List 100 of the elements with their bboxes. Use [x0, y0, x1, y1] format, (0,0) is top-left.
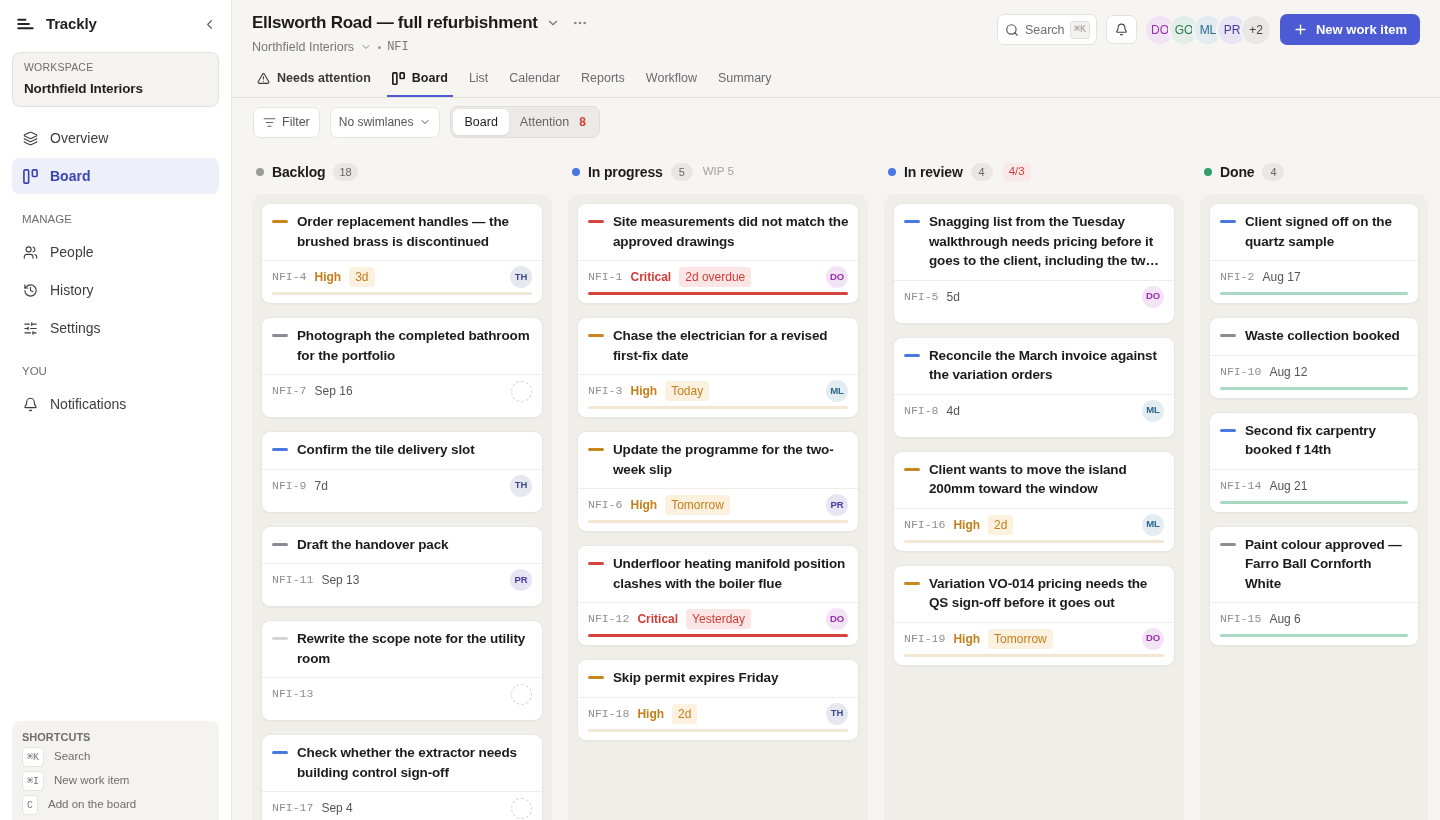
warning-icon [257, 72, 270, 85]
avatar: TH [826, 702, 848, 725]
work-item-card[interactable]: Rewrite the scope note for the utility room NFI-13 [261, 620, 543, 721]
item-id: NFI-3 [588, 383, 623, 400]
work-item-card[interactable]: Photograph the completed bathroom for the portfolio NFI-7 Sep 16 [261, 317, 543, 418]
due-date: 2d [672, 703, 698, 724]
due-date: Tomorrow [665, 495, 730, 515]
work-item-card[interactable]: Underfloor heating manifold position clashes with the boiler flue NFI-12 Critical Yesterday DO [577, 545, 859, 646]
work-item-card[interactable]: Second fix carpentry booked f 14th NFI-14 Aug 21 [1209, 411, 1419, 513]
tab[interactable]: Needs attention [252, 62, 376, 97]
card-title: Chase the electrician for a revised first-fix date [613, 327, 829, 365]
avatar: DO [826, 608, 848, 630]
work-item-card[interactable]: Draft the handover pack NFI-11 Sep 13 PR [261, 525, 543, 607]
avatar: PR [1217, 15, 1246, 44]
nav-item[interactable]: Notifications [12, 386, 219, 422]
card-count: 4 [1262, 163, 1285, 181]
notifications-button[interactable] [1105, 15, 1137, 44]
filter-icon [263, 115, 276, 129]
nav-item[interactable]: Settings [12, 310, 219, 346]
view-segment[interactable]: Board [453, 109, 509, 135]
card-title: Second fix carpentry booked f 14th [1245, 421, 1377, 459]
due-date: Sep 13 [321, 572, 360, 589]
tab[interactable]: Reports [576, 62, 630, 97]
item-id: NFI-6 [588, 497, 623, 514]
item-id: NFI-15 [1220, 611, 1262, 628]
more-members-count[interactable]: +2 [1241, 15, 1270, 44]
card-title: Skip permit expires Friday [613, 669, 779, 687]
column-title: Backlog [272, 162, 326, 182]
card-title: Check whether the extractor needs building control sign-off [297, 744, 518, 782]
due-date: Sep 16 [314, 383, 353, 400]
work-item-card[interactable]: Confirm the tile delivery slot NFI-9 7d TH [261, 431, 543, 513]
nav-item[interactable]: People [12, 234, 219, 270]
avatar: GO [1169, 15, 1198, 44]
filter-button[interactable]: Filter [253, 106, 320, 138]
item-id: NFI-13 [272, 686, 314, 703]
tab[interactable]: List [463, 62, 494, 97]
column-title: In progress [588, 162, 663, 182]
avatar: DO [826, 266, 848, 288]
item-id: NFI-19 [904, 630, 946, 647]
work-item-card[interactable]: Reconcile the March invoice against the variation orders NFI-8 4d ML [893, 336, 1175, 438]
plus-icon [1292, 22, 1308, 37]
priority-label: High [953, 630, 981, 648]
item-id: NFI-7 [272, 383, 307, 400]
work-item-card[interactable]: Update the programme for the two-week slip NFI-6 High Tomorrow PR [577, 431, 859, 532]
card-title: Paint colour approved — Farro Ball Cornforth White [1245, 535, 1403, 593]
work-item-card[interactable]: Waste collection booked NFI-10 Aug 12 [1209, 317, 1419, 399]
workspace-name: Northfield Interiors [24, 79, 144, 98]
card-title: Update the programme for the two-week slip [613, 441, 835, 479]
due-date: 2d [988, 514, 1014, 535]
work-item-card[interactable]: Site measurements did not match the approved drawings NFI-1 Critical 2d overdue DO [577, 203, 859, 304]
priority-label: High [953, 516, 981, 534]
tab[interactable]: Workflow [640, 62, 703, 97]
item-id: NFI-8 [904, 402, 939, 419]
work-item-card[interactable]: Client signed off on the quartz sample NFI-2 Aug 17 [1209, 203, 1419, 304]
card-title: Rewrite the scope note for the utility room [297, 630, 527, 668]
priority-label: Critical [637, 611, 679, 628]
card-title: Client wants to move the island 200mm toward the window [929, 460, 1128, 498]
search-icon [1004, 22, 1019, 37]
brand-name: Trackly [46, 13, 97, 34]
card-title: Order replacement handles — the brushed brass is discontinued [297, 213, 510, 251]
due-date: Today [665, 381, 710, 401]
work-item-card[interactable]: Skip permit expires Friday NFI-18 High 2d TH [577, 659, 859, 741]
work-item-card[interactable]: Check whether the extractor needs building control sign-off NFI-17 Sep 4 [261, 734, 543, 820]
work-item-card[interactable]: Client wants to move the island 200mm toward the window NFI-16 High 2d ML [893, 450, 1175, 552]
avatar: ML [826, 380, 848, 402]
people-icon [23, 244, 38, 260]
avatar: TH [510, 266, 532, 288]
workspace-link[interactable]: Northfield Interiors [252, 37, 355, 57]
project-key: NFI [387, 38, 409, 56]
work-item-card[interactable]: Chase the electrician for a revised first-fix date NFI-3 High Today ML [577, 317, 859, 418]
due-date: 7d [314, 477, 328, 495]
item-id: NFI-11 [272, 572, 314, 589]
due-date: Aug 21 [1269, 477, 1308, 495]
card-title: Underfloor heating manifold position clashes with the boiler flue [613, 555, 847, 593]
nav-item[interactable]: Board [12, 158, 219, 194]
item-id: NFI-17 [272, 800, 314, 817]
work-item-card[interactable]: Variation VO-014 pricing needs the QS sign-off before it goes out NFI-19 High Tomorrow DO [893, 564, 1175, 666]
card-title: Photograph the completed bathroom for the portfolio [297, 327, 531, 365]
work-item-card[interactable]: Snagging list from the Tuesday walkthrough needs pricing before it goes to the client, including the tw… NFI-5 5d DO [893, 203, 1175, 324]
swimlanes-dropdown[interactable]: No swimlanes [329, 106, 441, 138]
sliders-icon [23, 320, 38, 336]
item-id: NFI-2 [1220, 269, 1255, 286]
card-title: Snagging list from the Tuesday walkthrough needs pricing before it goes to the client, including the tw… [929, 213, 1160, 270]
tab[interactable]: Board [386, 62, 453, 97]
section-heading: YOU [21, 364, 48, 380]
view-segment[interactable]: Attention 8 [508, 109, 597, 135]
avatar: ML [1193, 15, 1222, 44]
board-icon [391, 72, 405, 85]
nav-item[interactable]: History [12, 272, 219, 308]
card-title: Site measurements did not match the approved drawings [613, 213, 850, 251]
card-title: Draft the handover pack [297, 535, 449, 554]
wip-limit: WIP 5 [702, 164, 734, 180]
tab[interactable]: Calendar [504, 62, 566, 97]
work-item-card[interactable]: Paint colour approved — Farro Ball Cornforth White NFI-15 Aug 6 [1209, 525, 1419, 646]
workspace-switcher[interactable]: WORKSPACE Northfield Interiors [12, 52, 219, 107]
new-work-item-button[interactable]: New work item [1279, 14, 1420, 45]
due-date: Aug 6 [1269, 611, 1301, 628]
nav-item[interactable]: Overview [12, 120, 219, 156]
work-item-card[interactable]: Order replacement handles — the brushed brass is discontinued NFI-4 High 3d TH [261, 203, 543, 304]
tab[interactable]: Summary [713, 62, 777, 97]
